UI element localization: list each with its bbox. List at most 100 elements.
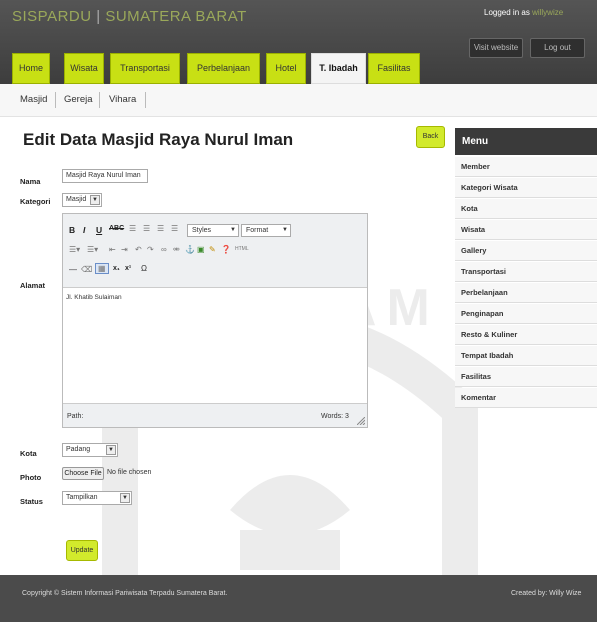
- subnav-divider: [55, 92, 56, 108]
- align-right-icon[interactable]: ☰: [157, 224, 164, 233]
- alamat-label: Alamat: [20, 281, 46, 290]
- brand-region: SUMATERA BARAT: [105, 8, 247, 25]
- indent-icon[interactable]: ⇥: [121, 245, 128, 254]
- visit-website-button[interactable]: Visit website: [469, 38, 523, 58]
- logout-button[interactable]: Log out: [530, 38, 585, 58]
- nama-label: Nama: [20, 177, 41, 186]
- brand-separator: |: [96, 8, 101, 25]
- status-select[interactable]: Tampilkan ▼: [62, 491, 132, 505]
- nama-input[interactable]: Masjid Raya Nurul Iman: [62, 169, 148, 183]
- status-value: Tampilkan: [66, 494, 98, 501]
- choose-file-button[interactable]: Choose File: [62, 467, 104, 480]
- unlink-icon[interactable]: ⚮: [173, 245, 180, 254]
- footer-credit: Created by: Willy Wize: [511, 590, 582, 597]
- sidebar-item-tempat-ibadah[interactable]: Tempat Ibadah: [455, 346, 597, 366]
- logged-in-status: Logged in as willywize: [484, 8, 563, 17]
- align-left-icon[interactable]: ☰: [129, 224, 136, 233]
- bullet-list-icon[interactable]: ☰▾: [69, 245, 80, 254]
- html-source-icon[interactable]: HTML: [235, 246, 249, 252]
- sidebar-item-gallery[interactable]: Gallery: [455, 241, 597, 261]
- styles-label: Styles: [192, 227, 212, 234]
- bold-icon[interactable]: B: [69, 225, 75, 235]
- link-icon[interactable]: ∞: [161, 245, 167, 254]
- sidebar-item-member[interactable]: Member: [455, 157, 597, 177]
- kota-label: Kota: [20, 449, 37, 458]
- subscript-icon[interactable]: x₁: [113, 265, 120, 272]
- site-brand[interactable]: SISPARDU | SUMATERA BARAT: [12, 8, 247, 25]
- tab-hotel[interactable]: Hotel: [266, 53, 306, 84]
- superscript-icon[interactable]: x¹: [125, 265, 131, 272]
- tab-t-ibadah[interactable]: T. Ibadah: [311, 53, 366, 84]
- kategori-value: Masjid: [66, 196, 87, 203]
- page-title: Edit Data Masjid Raya Nurul Iman: [23, 130, 294, 149]
- photo-label: Photo: [20, 473, 42, 482]
- status-label: Status: [20, 497, 43, 506]
- kota-select[interactable]: Padang ▼: [62, 443, 118, 457]
- sidebar-item-fasilitas[interactable]: Fasilitas: [455, 367, 597, 387]
- subnav-gereja[interactable]: Gereja: [64, 94, 93, 105]
- redo-icon[interactable]: ↷: [147, 245, 154, 254]
- editor-path: Path:: [67, 413, 84, 420]
- subnav-divider: [99, 92, 100, 108]
- tab-perbelanjaan[interactable]: Perbelanjaan: [187, 53, 260, 84]
- cleanup-icon[interactable]: ✎: [209, 245, 216, 254]
- tab-wisata[interactable]: Wisata: [64, 53, 104, 84]
- underline-icon[interactable]: U: [96, 225, 102, 235]
- help-icon[interactable]: ❓: [221, 245, 231, 254]
- kota-value: Padang: [66, 446, 91, 453]
- align-justify-icon[interactable]: ☰: [171, 224, 178, 233]
- horizontal-rule-icon[interactable]: —: [69, 265, 77, 274]
- chevron-down-icon: ▼: [90, 195, 100, 205]
- tab-fasilitas[interactable]: Fasilitas: [368, 53, 420, 84]
- format-select[interactable]: Format ▼: [241, 224, 291, 237]
- chevron-down-icon: ▼: [230, 227, 236, 233]
- outdent-icon[interactable]: ⇤: [109, 245, 116, 254]
- tab-transportasi[interactable]: Transportasi: [110, 53, 180, 84]
- page: ISLAM SISPARDU | SUMATERA BARAT Logged i…: [0, 0, 597, 622]
- chevron-down-icon: ▼: [282, 227, 288, 233]
- sidebar-item-kota[interactable]: Kota: [455, 199, 597, 219]
- styles-select[interactable]: Styles ▼: [187, 224, 239, 237]
- italic-icon[interactable]: I: [83, 225, 85, 235]
- alamat-text: Jl. Khatib Sulaiman: [66, 294, 122, 301]
- strikethrough-icon[interactable]: ABC: [109, 225, 124, 232]
- no-file-chosen-text: No file chosen: [107, 469, 152, 476]
- special-character-icon[interactable]: Ω: [141, 264, 147, 273]
- remove-format-icon[interactable]: ⌫: [81, 265, 92, 274]
- align-center-icon[interactable]: ☰: [143, 224, 150, 233]
- update-button[interactable]: Update: [66, 540, 98, 561]
- sub-nav: Masjid Gereja Vihara: [0, 84, 597, 117]
- subnav-vihara[interactable]: Vihara: [109, 94, 136, 105]
- sidebar-item-kategori-wisata[interactable]: Kategori Wisata: [455, 178, 597, 198]
- undo-icon[interactable]: ↶: [135, 245, 142, 254]
- chevron-down-icon: ▼: [106, 445, 116, 455]
- visual-aid-icon[interactable]: ▦: [95, 263, 109, 274]
- footer: Copyright © Sistem Informasi Pariwisata …: [0, 575, 597, 622]
- kategori-select[interactable]: Masjid ▼: [62, 193, 102, 207]
- chevron-down-icon: ▼: [120, 493, 130, 503]
- editor-word-count: Words: 3: [321, 413, 349, 420]
- sidebar-item-perbelanjaan[interactable]: Perbelanjaan: [455, 283, 597, 303]
- anchor-icon[interactable]: ⚓: [185, 245, 195, 254]
- numbered-list-icon[interactable]: ☰▾: [87, 245, 98, 254]
- top-header: SISPARDU | SUMATERA BARAT Logged in as w…: [0, 0, 597, 84]
- back-button[interactable]: Back: [416, 126, 445, 148]
- sidebar-title: Menu: [455, 128, 597, 155]
- logged-in-user[interactable]: willywize: [532, 8, 563, 17]
- subnav-divider: [145, 92, 146, 108]
- resize-handle-icon[interactable]: [357, 417, 365, 425]
- kategori-label: Kategori: [20, 197, 51, 206]
- sidebar-item-wisata[interactable]: Wisata: [455, 220, 597, 240]
- sidebar-item-resto-kuliner[interactable]: Resto & Kuliner: [455, 325, 597, 345]
- subnav-masjid[interactable]: Masjid: [20, 94, 47, 105]
- brand-name: SISPARDU: [12, 8, 92, 25]
- tab-home[interactable]: Home: [12, 53, 50, 84]
- logged-in-label: Logged in as: [484, 8, 530, 17]
- image-icon[interactable]: ▣: [197, 245, 205, 254]
- sidebar-item-transportasi[interactable]: Transportasi: [455, 262, 597, 282]
- sidebar-item-komentar[interactable]: Komentar: [455, 388, 597, 408]
- footer-copyright: Copyright © Sistem Informasi Pariwisata …: [22, 590, 228, 597]
- alamat-rich-text-editor: B I U ABC ☰ ☰ ☰ ☰ Styles ▼ Format ▼ ☰▾ ☰…: [62, 213, 368, 428]
- sidebar-item-penginapan[interactable]: Penginapan: [455, 304, 597, 324]
- editor-content-area[interactable]: Jl. Khatib Sulaiman: [63, 287, 367, 404]
